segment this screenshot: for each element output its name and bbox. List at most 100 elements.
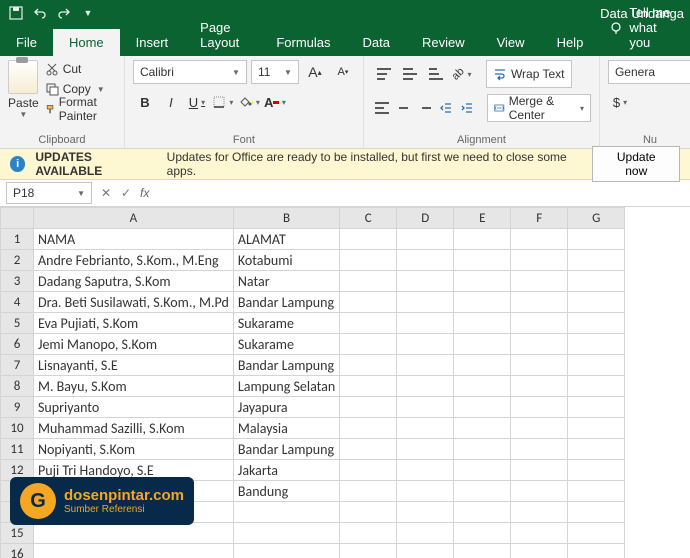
cell[interactable] [397,523,454,544]
cell[interactable] [454,334,511,355]
cell[interactable]: Eva Pujiati, S.Kom [34,313,234,334]
cell[interactable] [568,544,625,558]
cell[interactable] [454,460,511,481]
cell[interactable] [340,334,397,355]
cell[interactable] [568,481,625,502]
col-header[interactable]: B [233,208,339,229]
cell[interactable] [568,439,625,460]
cell[interactable] [397,544,454,558]
qat-customize-icon[interactable]: ▼ [78,3,98,23]
fill-color-button[interactable] [237,90,261,114]
cell[interactable] [397,460,454,481]
orientation-button[interactable]: ab [450,62,474,86]
cell[interactable] [454,292,511,313]
name-box[interactable]: P18▼ [6,182,92,204]
cell[interactable] [454,418,511,439]
cell[interactable] [454,250,511,271]
cell[interactable] [511,229,568,250]
cell[interactable] [397,271,454,292]
decrease-font-button[interactable]: A▾ [331,60,355,84]
cell[interactable] [511,481,568,502]
cell[interactable] [511,376,568,397]
row-header[interactable]: 15 [1,523,34,544]
cell[interactable] [454,523,511,544]
row-header[interactable]: 4 [1,292,34,313]
tab-insert[interactable]: Insert [120,29,185,56]
tab-home[interactable]: Home [53,29,120,56]
save-icon[interactable] [6,3,26,23]
formula-input[interactable] [153,183,690,203]
cell[interactable] [340,460,397,481]
row-header[interactable]: 7 [1,355,34,376]
font-size-select[interactable]: 11▼ [251,60,299,84]
cell[interactable] [511,313,568,334]
cell[interactable] [397,229,454,250]
cell[interactable]: Bandar Lampung [233,292,339,313]
cell[interactable] [568,418,625,439]
row-header[interactable]: 12 [1,460,34,481]
fx-icon[interactable]: fx [140,186,149,200]
row-header[interactable]: 14 [1,502,34,523]
number-format-select[interactable]: Genera [608,60,690,84]
cell[interactable] [511,355,568,376]
row-header[interactable]: 3 [1,271,34,292]
cell[interactable] [397,439,454,460]
cell[interactable] [397,376,454,397]
cell[interactable]: Bandar Lampung [233,439,339,460]
cell[interactable] [397,292,454,313]
cell[interactable] [454,502,511,523]
cell[interactable] [568,250,625,271]
row-header[interactable]: 2 [1,250,34,271]
redo-icon[interactable] [54,3,74,23]
cell[interactable] [340,229,397,250]
paste-button[interactable]: Paste ▼ [8,60,39,119]
tab-view[interactable]: View [481,29,541,56]
cell[interactable] [511,502,568,523]
align-right-button[interactable] [415,96,434,120]
cell[interactable] [454,397,511,418]
cell[interactable] [34,502,234,523]
align-bottom-button[interactable] [424,62,448,86]
cut-button[interactable]: Cut [45,60,116,78]
cell[interactable] [568,460,625,481]
cell[interactable] [34,544,234,558]
cell[interactable] [340,502,397,523]
align-middle-button[interactable] [398,62,422,86]
cell[interactable] [340,418,397,439]
cell[interactable] [397,397,454,418]
tab-file[interactable]: File [0,29,53,56]
cell[interactable] [340,439,397,460]
cell[interactable]: Malaysia [233,418,339,439]
cell[interactable]: Nopiyanti, S.Kom [34,439,234,460]
cell[interactable] [233,502,339,523]
cell[interactable]: Dadang Saputra, S.Kom [34,271,234,292]
row-header[interactable]: 6 [1,334,34,355]
cell[interactable] [340,355,397,376]
cell[interactable]: Kotabumi [233,250,339,271]
row-header[interactable]: 1 [1,229,34,250]
cell[interactable] [397,355,454,376]
cell[interactable] [568,376,625,397]
underline-button[interactable]: U [185,90,209,114]
format-painter-button[interactable]: Format Painter [45,100,116,118]
cell[interactable]: NAMA [34,229,234,250]
cell[interactable] [454,229,511,250]
cell[interactable]: Supriyanto [34,397,234,418]
cell[interactable] [511,250,568,271]
cell[interactable]: Jemi Manopo, S.Kom [34,334,234,355]
cell[interactable] [511,397,568,418]
row-header[interactable]: 8 [1,376,34,397]
row-header[interactable]: 9 [1,397,34,418]
font-color-button[interactable]: A [263,90,287,114]
cell[interactable] [454,313,511,334]
bold-button[interactable]: B [133,90,157,114]
cell[interactable] [340,544,397,558]
col-header[interactable]: A [34,208,234,229]
cell[interactable] [454,271,511,292]
cell[interactable] [340,397,397,418]
cell[interactable] [511,523,568,544]
paste-dropdown-icon[interactable]: ▼ [19,110,27,119]
cell[interactable] [397,502,454,523]
cell[interactable]: Natar [233,271,339,292]
cell[interactable]: Muhammad Sazilli, S.Kom [34,418,234,439]
